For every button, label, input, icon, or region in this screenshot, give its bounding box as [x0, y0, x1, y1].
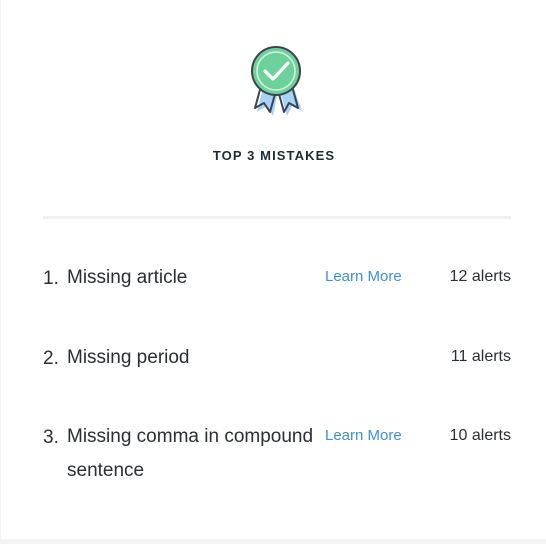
mistake-number: 3.	[43, 427, 59, 448]
section-title: TOP 3 MISTAKES	[212, 148, 336, 163]
alert-count: 11 alerts	[450, 348, 511, 365]
alert-count: 10 alerts	[449, 427, 511, 444]
divider	[43, 216, 511, 219]
mistake-label: Missing comma in compound sentence	[67, 426, 314, 481]
mistake-number: 1.	[43, 268, 59, 289]
award-badge-icon	[251, 46, 302, 116]
learn-more-link[interactable]: Learn More	[325, 427, 402, 444]
mistake-number: 2.	[43, 348, 59, 369]
alert-count: 12 alerts	[449, 268, 511, 285]
mistake-label: Missing period	[67, 347, 190, 368]
learn-more-link[interactable]: Learn More	[325, 268, 402, 285]
mistakes-card: TOP 3 MISTAKES 1. Missing article Learn …	[1, 0, 546, 539]
mistake-label: Missing article	[67, 267, 188, 288]
